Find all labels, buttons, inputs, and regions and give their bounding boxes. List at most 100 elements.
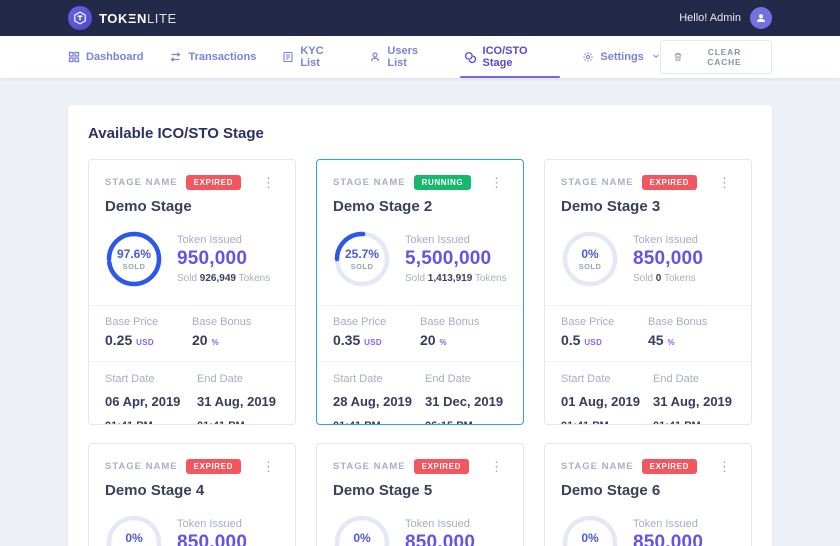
token-issued-label: Token Issued <box>405 518 475 530</box>
token-issued-label: Token Issued <box>177 234 270 246</box>
currency-unit: USD <box>584 338 602 347</box>
sold-progress-ring: 0% SOLD <box>561 230 619 288</box>
percent-unit: % <box>211 338 218 347</box>
end-date-label: End Date <box>653 373 745 385</box>
nav-item-ico-sto-stage[interactable]: ICO/STO Stage <box>464 36 557 78</box>
kebab-menu-icon[interactable]: ⋮ <box>714 458 735 475</box>
nav-item-users-list[interactable]: Users List <box>369 36 437 78</box>
token-issued-label: Token Issued <box>405 234 507 246</box>
token-issued-value: 850,000 <box>633 248 703 270</box>
token-issued-label: Token Issued <box>633 518 703 530</box>
stage-title: Demo Stage 5 <box>333 482 507 499</box>
base-price-value: 0.5 USD <box>561 332 648 348</box>
kebab-menu-icon[interactable]: ⋮ <box>486 174 507 191</box>
currency-unit: USD <box>136 338 154 347</box>
sold-ring-label: SOLD <box>579 262 602 271</box>
start-date-value: 28 Aug, 2019 01:41 PM <box>333 390 425 425</box>
token-issued-value: 850,000 <box>633 532 703 546</box>
sold-ring-label: SOLD <box>123 262 146 271</box>
sold-percent: 97.6% <box>117 247 151 261</box>
user-menu[interactable]: Hello! Admin <box>679 7 772 29</box>
base-bonus-value: 20 % <box>420 332 507 348</box>
kyc-list-icon <box>282 51 294 63</box>
token-issued-value: 5,500,000 <box>405 248 507 270</box>
user-avatar-icon[interactable] <box>750 7 772 29</box>
percent-unit: % <box>667 338 674 347</box>
currency-unit: USD <box>364 338 382 347</box>
start-date-label: Start Date <box>561 373 653 385</box>
status-badge: EXPIRED <box>186 175 241 190</box>
sold-progress-ring: 0% SOLD <box>561 514 619 546</box>
nav-label: KYC List <box>300 45 343 69</box>
main-nav: Dashboard Transactions KYC List <box>0 36 840 78</box>
brand-name: TOKΞNLITE <box>99 11 177 26</box>
base-bonus-value: 45 % <box>648 332 735 348</box>
stage-grid: STAGE NAME EXPIRED ⋮ Demo Stage 97.6% SO… <box>88 159 752 546</box>
settings-gear-icon <box>582 51 594 63</box>
transactions-swap-icon <box>169 51 182 63</box>
sold-progress-ring: 0% SOLD <box>105 514 163 546</box>
tokenlite-logo-icon <box>68 6 92 30</box>
nav-item-kyc-list[interactable]: KYC List <box>282 36 343 78</box>
base-price-label: Base Price <box>105 316 192 328</box>
kebab-menu-icon[interactable]: ⋮ <box>258 458 279 475</box>
start-date-value: 01 Aug, 2019 01:41 PM <box>561 390 653 425</box>
top-header: TOKΞNLITE Hello! Admin <box>0 0 840 36</box>
base-price-value: 0.25 USD <box>105 332 192 348</box>
stage-name-label: STAGE NAME <box>561 461 634 472</box>
percent-unit: % <box>439 338 446 347</box>
content-panel: Available ICO/STO Stage STAGE NAME EXPIR… <box>68 105 772 546</box>
stage-card: STAGE NAME EXPIRED ⋮ Demo Stage 4 0% SOL… <box>88 443 296 546</box>
stage-name-label: STAGE NAME <box>105 461 178 472</box>
sold-progress-ring: 0% SOLD <box>333 514 391 546</box>
nav-item-dashboard[interactable]: Dashboard <box>68 36 143 78</box>
start-date-label: Start Date <box>105 373 197 385</box>
brand-logo[interactable]: TOKΞNLITE <box>68 6 177 30</box>
clear-cache-label: CLEAR CACHE <box>690 47 759 67</box>
base-price-label: Base Price <box>333 316 420 328</box>
start-date-label: Start Date <box>333 373 425 385</box>
end-date-label: End Date <box>425 373 517 385</box>
stage-title: Demo Stage 3 <box>561 198 735 215</box>
status-badge: EXPIRED <box>186 459 241 474</box>
end-date-value: 31 Dec, 2019 06:15 PM <box>425 390 517 425</box>
greeting-text: Hello! Admin <box>679 12 741 24</box>
base-bonus-value: 20 % <box>192 332 279 348</box>
stage-card: STAGE NAME EXPIRED ⋮ Demo Stage 5 0% SOL… <box>316 443 524 546</box>
sold-progress-ring: 97.6% SOLD <box>105 230 163 288</box>
dashboard-grid-icon <box>68 51 80 63</box>
nav-label: ICO/STO Stage <box>483 45 557 69</box>
sold-percent: 0% <box>125 531 142 545</box>
nav-item-settings[interactable]: Settings <box>582 36 659 78</box>
status-badge: EXPIRED <box>642 459 697 474</box>
sold-percent: 0% <box>353 531 370 545</box>
end-date-value: 31 Aug, 2019 01:41 PM <box>197 390 289 425</box>
token-issued-value: 850,000 <box>405 532 475 546</box>
base-bonus-label: Base Bonus <box>420 316 507 328</box>
sold-percent: 25.7% <box>345 247 379 261</box>
kebab-menu-icon[interactable]: ⋮ <box>258 174 279 191</box>
nav-item-transactions[interactable]: Transactions <box>169 36 256 78</box>
token-issued-value: 850,000 <box>177 532 247 546</box>
stage-title: Demo Stage 2 <box>333 198 507 215</box>
stage-name-label: STAGE NAME <box>561 177 634 188</box>
stage-name-label: STAGE NAME <box>105 177 178 188</box>
base-bonus-label: Base Bonus <box>192 316 279 328</box>
end-date-label: End Date <box>197 373 289 385</box>
sold-tokens-value: 926,949 <box>200 273 236 284</box>
kebab-menu-icon[interactable]: ⋮ <box>486 458 507 475</box>
sold-progress-ring: 25.7% SOLD <box>333 230 391 288</box>
stage-card: STAGE NAME EXPIRED ⋮ Demo Stage 3 0% SOL… <box>544 159 752 425</box>
base-price-label: Base Price <box>561 316 648 328</box>
users-list-icon <box>369 51 381 63</box>
stage-title: Demo Stage 6 <box>561 482 735 499</box>
stage-title: Demo Stage 4 <box>105 482 279 499</box>
clear-cache-button[interactable]: CLEAR CACHE <box>660 40 772 74</box>
kebab-menu-icon[interactable]: ⋮ <box>714 174 735 191</box>
status-badge: EXPIRED <box>642 175 697 190</box>
end-date-value: 31 Aug, 2019 01:41 PM <box>653 390 745 425</box>
stage-title: Demo Stage <box>105 198 279 215</box>
sold-percent: 0% <box>581 531 598 545</box>
base-bonus-label: Base Bonus <box>648 316 735 328</box>
ico-stage-coins-icon <box>464 51 477 64</box>
